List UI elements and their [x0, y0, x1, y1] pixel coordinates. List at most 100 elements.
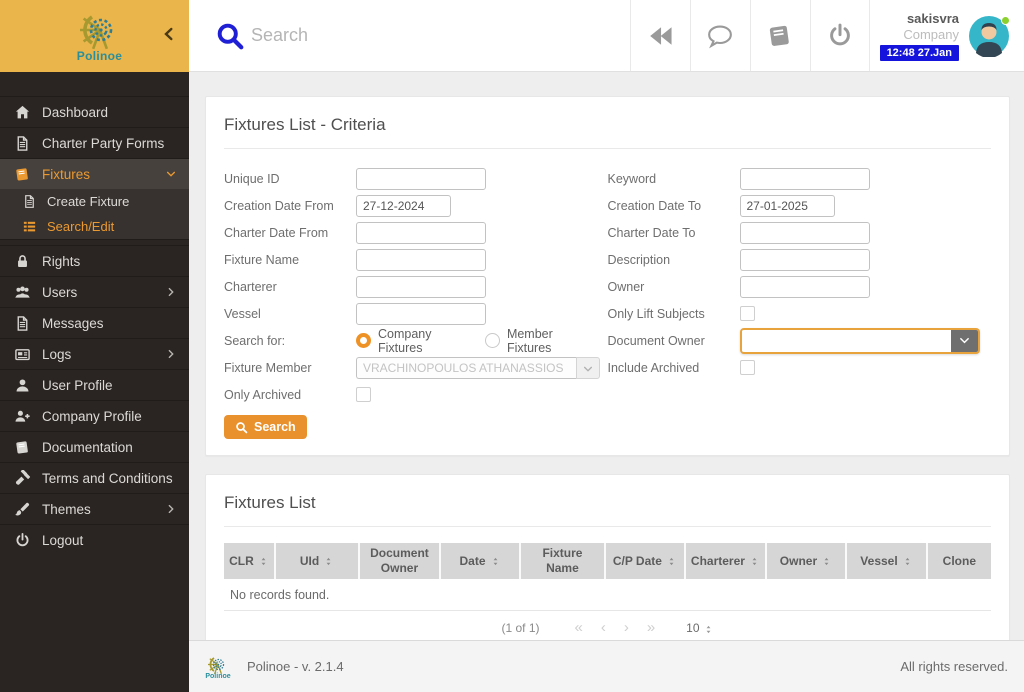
only-archived-checkbox[interactable]	[356, 387, 371, 402]
sort-icon	[749, 556, 760, 567]
brush-icon	[14, 501, 31, 518]
only-lift-subjects-checkbox[interactable]	[739, 306, 755, 321]
sidebar-item-create-fixture[interactable]: Create Fixture	[0, 189, 189, 214]
search-button-label: Search	[254, 420, 296, 434]
search-input[interactable]	[251, 25, 511, 46]
vessel-input[interactable]	[356, 302, 486, 325]
logout-button[interactable]	[809, 0, 870, 71]
column-header-vessel[interactable]: Vessel	[845, 543, 926, 579]
sidebar-item-messages[interactable]: Messages	[0, 307, 189, 338]
criteria-card: Fixtures List - Criteria Unique ID Creat…	[205, 96, 1010, 456]
radio-company-fixtures[interactable]: Company Fixtures	[356, 327, 459, 355]
radio-icon	[356, 333, 371, 348]
sidebar-item-themes[interactable]: Themes	[0, 493, 189, 524]
documentation-button[interactable]	[749, 0, 810, 71]
fixture-member-label: Fixture Member	[224, 360, 312, 375]
sidebar-item-charter-party-forms[interactable]: Charter Party Forms	[0, 127, 189, 158]
charterer-input[interactable]	[356, 275, 486, 298]
field-label: Description	[607, 252, 671, 267]
fixture-member-input	[356, 356, 576, 379]
sidebar-item-logs[interactable]: Logs	[0, 338, 189, 369]
sidebar-item-label: Documentation	[42, 439, 133, 455]
charter-date-to-input[interactable]	[739, 221, 870, 244]
column-header-cp-date[interactable]: C/P Date	[603, 543, 685, 579]
sidebar-item-documentation[interactable]: Documentation	[0, 431, 189, 462]
page-size-select[interactable]: 10	[686, 621, 713, 635]
column-header-charterer[interactable]: Charterer	[684, 543, 765, 579]
column-label: Document Owner	[370, 546, 429, 575]
polinoe-wheel-icon	[79, 15, 112, 50]
sidebar-collapse-icon[interactable]	[161, 26, 177, 42]
table-header-row: CLR UId Document Owner Date Fixture Name…	[224, 543, 991, 579]
avatar[interactable]	[968, 15, 1010, 58]
criteria-title: Fixtures List - Criteria	[224, 115, 386, 134]
search-icon[interactable]	[215, 21, 245, 51]
field-label: Charter Date To	[607, 225, 696, 240]
sidebar-item-dashboard[interactable]: Dashboard	[0, 96, 189, 127]
footer-brand-name: Polinoe	[205, 672, 231, 680]
messages-button[interactable]	[689, 0, 750, 71]
fixture-member-dropdown-button[interactable]	[576, 356, 600, 379]
divider	[224, 148, 991, 149]
prev-page-button[interactable]: ‹	[601, 620, 606, 635]
column-header-uid[interactable]: UId	[273, 543, 358, 579]
column-label: Clone	[942, 553, 977, 568]
search-button[interactable]: Search	[224, 415, 307, 439]
sidebar-item-search-edit[interactable]: Search/Edit	[0, 214, 189, 239]
field-label: Owner	[607, 279, 645, 294]
chevron-down-icon	[958, 334, 971, 347]
field-label: Unique ID	[224, 171, 280, 186]
user-block[interactable]: sakisvra Company 12:48 27.Jan	[870, 0, 1024, 71]
back-button[interactable]	[629, 0, 690, 71]
home-icon	[14, 104, 31, 121]
sidebar-item-fixtures[interactable]: Fixtures	[0, 158, 189, 189]
main-column: sakisvra Company 12:48 27.Jan	[189, 0, 1024, 692]
power-icon	[826, 22, 854, 50]
keyword-input[interactable]	[739, 167, 870, 190]
chevron-down-icon	[165, 168, 177, 180]
sidebar-item-rights[interactable]: Rights	[0, 245, 189, 276]
fixtures-table: CLR UId Document Owner Date Fixture Name…	[224, 543, 991, 640]
include-archived-checkbox[interactable]	[739, 360, 755, 375]
sidebar-item-logout[interactable]: Logout	[0, 524, 189, 555]
creation-date-from-input[interactable]	[356, 194, 451, 217]
column-header-clr[interactable]: CLR	[224, 543, 274, 579]
fixture-name-input[interactable]	[356, 248, 486, 271]
charter-date-from-input[interactable]	[356, 221, 486, 244]
sidebar-item-company-profile[interactable]: Company Profile	[0, 400, 189, 431]
column-header-fixture-name: Fixture Name	[519, 543, 603, 579]
sort-icon	[902, 556, 913, 567]
owner-input[interactable]	[739, 275, 870, 298]
description-input[interactable]	[739, 248, 870, 271]
sidebar-item-users[interactable]: Users	[0, 276, 189, 307]
logo-block: Polinoe	[0, 0, 189, 72]
page-indicator: (1 of 1)	[501, 620, 540, 635]
sidebar-item-label: Messages	[42, 315, 104, 331]
book-icon	[14, 166, 31, 183]
sidebar-item-user-profile[interactable]: User Profile	[0, 369, 189, 400]
document-owner-select	[739, 327, 980, 354]
document-owner-dropdown-button[interactable]	[950, 329, 978, 352]
first-page-button[interactable]: «	[574, 620, 582, 635]
sidebar-item-label: User Profile	[42, 377, 113, 393]
radio-member-fixtures[interactable]: Member Fixtures	[484, 327, 582, 355]
creation-date-to-input[interactable]	[739, 194, 835, 217]
column-header-owner[interactable]: Owner	[764, 543, 846, 579]
next-page-button[interactable]: ›	[624, 620, 629, 635]
footer-rights: All rights reserved.	[900, 659, 1008, 674]
sort-icon	[666, 556, 677, 567]
column-label: C/P Date	[612, 553, 662, 568]
brand-name: Polinoe	[76, 49, 123, 63]
list-icon	[22, 219, 37, 234]
fixture-member-select	[356, 356, 600, 379]
sidebar-item-terms-and-conditions[interactable]: Terms and Conditions	[0, 462, 189, 493]
sidebar-item-label: Logout	[42, 532, 84, 548]
include-archived-label: Include Archived	[607, 360, 700, 375]
last-page-button[interactable]: »	[647, 620, 655, 635]
radio-icon	[484, 333, 500, 348]
document-owner-input[interactable]	[741, 329, 951, 352]
unique-id-input[interactable]	[356, 167, 486, 190]
user-plus-icon	[14, 408, 31, 425]
column-header-date[interactable]: Date	[438, 543, 520, 579]
file-icon	[14, 135, 31, 152]
